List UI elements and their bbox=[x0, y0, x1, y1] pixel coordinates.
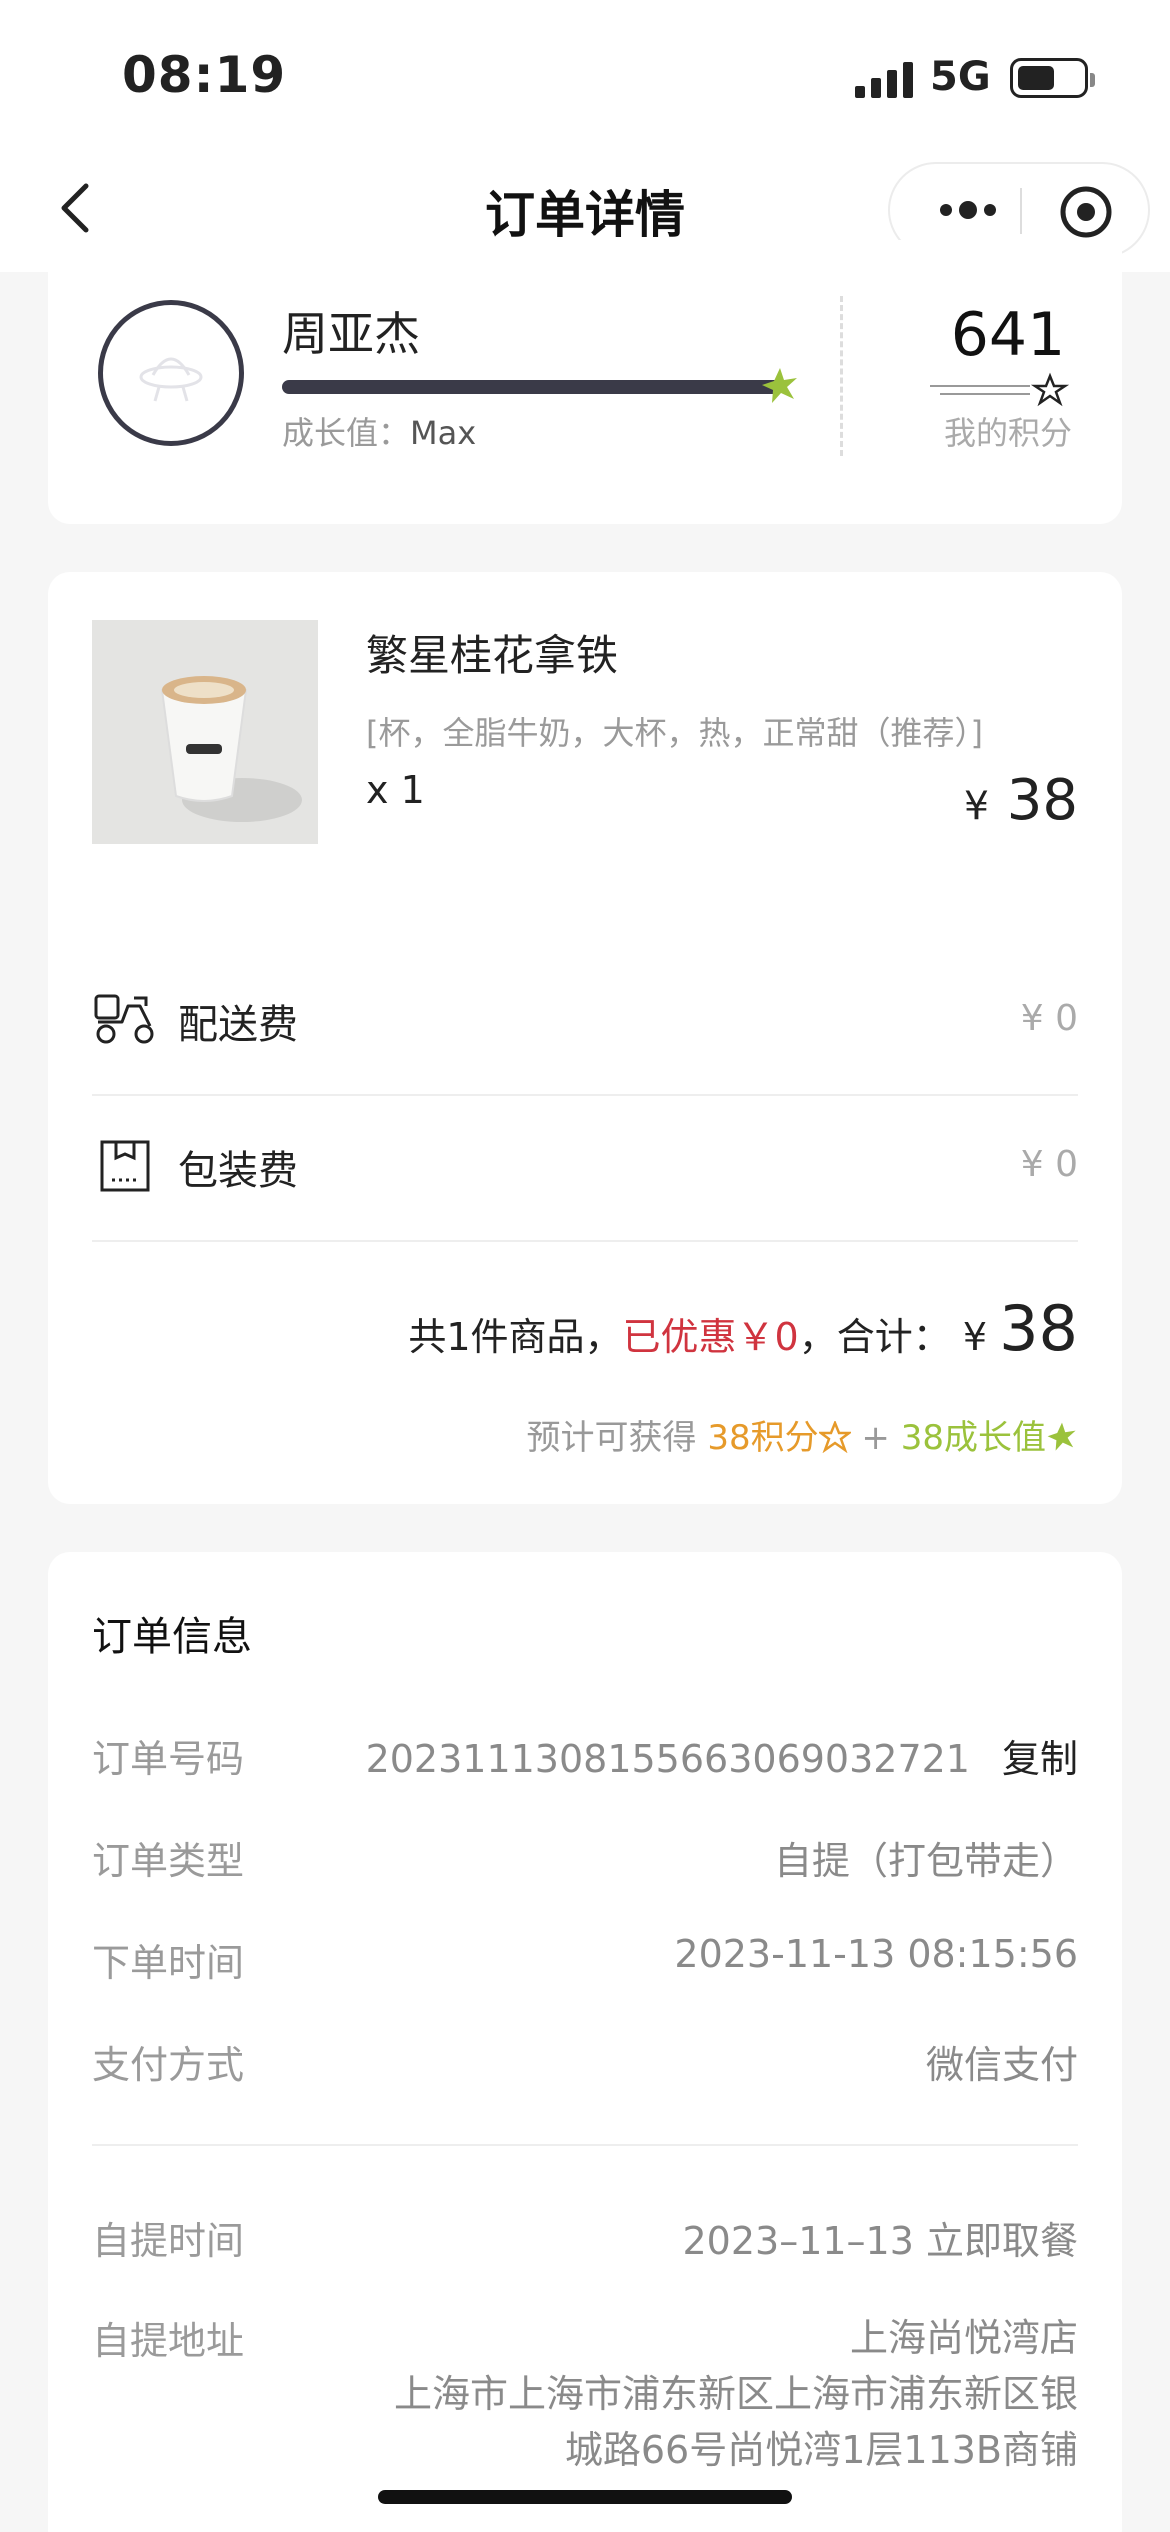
packaging-fee-row: 包装费 ¥ 0 bbox=[92, 1094, 1078, 1240]
info-label: 订单类型 bbox=[92, 1839, 245, 1883]
info-value: 微信支付 bbox=[925, 2043, 1078, 2087]
growth-star-icon bbox=[762, 368, 797, 403]
order-info-card: 订单信息 订单号码 202311130815566306903272​1 复制 订… bbox=[48, 1552, 1122, 2532]
info-row-payment: 支付方式 微信支付 bbox=[92, 2034, 1078, 2094]
info-value: 自提（打包带走） bbox=[773, 1839, 1078, 1883]
section-title: 订单信息 bbox=[92, 1614, 252, 1660]
info-label: 支付方式 bbox=[92, 2043, 245, 2087]
status-bar: 08:19 5G bbox=[0, 0, 1170, 150]
product-name[interactable]: 繁星桂花拿铁 bbox=[366, 622, 618, 683]
points-label: 我的积分 bbox=[943, 414, 1072, 452]
points-value[interactable]: 641 bbox=[918, 300, 1098, 370]
user-name: 周亚杰 bbox=[282, 307, 420, 361]
member-card: 周亚杰 成长值：Max 641 我的积分 bbox=[48, 240, 1122, 524]
info-label: 下单时间 bbox=[92, 1941, 245, 1985]
home-indicator[interactable] bbox=[378, 2490, 792, 2504]
pickup-address-text: 上海市上海市浦东新区上海市浦东新区银城路66号尚悦湾1层113B商铺 bbox=[393, 2372, 1078, 2472]
divider bbox=[92, 2144, 1078, 2146]
product-spec: [杯，全脂牛奶，大杯，热，正常甜（推荐）] bbox=[366, 714, 983, 752]
product-price: ¥ 38 bbox=[963, 768, 1078, 833]
info-value: 2023-11-13 08:15:56 bbox=[674, 1932, 1078, 1976]
info-row-pickup-time: 自提时间 2023–11–13 立即取餐 bbox=[92, 2210, 1078, 2270]
divider bbox=[92, 1240, 1078, 1242]
signal-icon bbox=[855, 62, 913, 98]
info-row-order-number: 订单号码 202311130815566306903272​1 复制 bbox=[92, 1728, 1078, 1788]
close-target-icon[interactable] bbox=[1058, 184, 1114, 240]
battery-icon bbox=[1010, 58, 1095, 98]
fee-value: ¥ 0 bbox=[1020, 1144, 1078, 1185]
info-value: 2023–11–13 立即取餐 bbox=[682, 2219, 1079, 2263]
delivery-fee-row: 配送费 ¥ 0 bbox=[92, 948, 1078, 1094]
avatar-placeholder-icon bbox=[139, 357, 203, 402]
growth-star-icon bbox=[1047, 1422, 1076, 1451]
info-row-pickup-address: 自提地址 上海尚悦湾店 上海市上海市浦东新区上海市浦东新区银城路66号尚悦湾1层… bbox=[92, 2310, 1078, 2490]
product-image bbox=[92, 620, 318, 844]
points-star-icon bbox=[816, 1419, 853, 1454]
info-row-order-type: 订单类型 自提（打包带走） bbox=[92, 1830, 1078, 1890]
pickup-address: 上海尚悦湾店 上海市上海市浦东新区上海市浦东新区银城路66号尚悦湾1层113B商… bbox=[358, 2310, 1078, 2478]
product-qty: x 1 bbox=[366, 768, 425, 812]
fee-label: 配送费 bbox=[178, 1002, 298, 1048]
status-time: 08:19 bbox=[122, 46, 287, 104]
copy-button[interactable]: 复制 bbox=[1002, 1737, 1078, 1781]
earn-estimate: 预计可获得 38积分 + 38成长值 bbox=[527, 1410, 1078, 1459]
order-card: 繁星桂花拿铁 [杯，全脂牛奶，大杯，热，正常甜（推荐）] x 1 ¥ 38 配送… bbox=[48, 572, 1122, 1504]
growth-bar bbox=[282, 380, 782, 394]
points-star-icon bbox=[930, 372, 1070, 407]
info-label: 订单号码 bbox=[92, 1737, 245, 1781]
fee-label: 包装费 bbox=[178, 1148, 298, 1194]
divider bbox=[840, 296, 843, 456]
scooter-icon bbox=[94, 994, 154, 1044]
pickup-store: 上海尚悦湾店 bbox=[849, 2316, 1078, 2360]
info-value: 202311130815566306903272​1 复制 bbox=[365, 1737, 1078, 1781]
order-total: 共1件商品，已优惠￥0，合计： ¥ 38 bbox=[408, 1292, 1078, 1365]
info-row-order-time: 下单时间 2023-11-13 08:15:56 bbox=[92, 1932, 1078, 1992]
fee-value: ¥ 0 bbox=[1020, 998, 1078, 1039]
package-icon bbox=[100, 1140, 150, 1192]
info-label: 自提地址 bbox=[92, 2319, 245, 2363]
avatar[interactable] bbox=[98, 300, 244, 446]
growth-label: 成长值：Max bbox=[282, 414, 477, 452]
network-type: 5G bbox=[930, 54, 991, 100]
info-label: 自提时间 bbox=[92, 2219, 245, 2263]
